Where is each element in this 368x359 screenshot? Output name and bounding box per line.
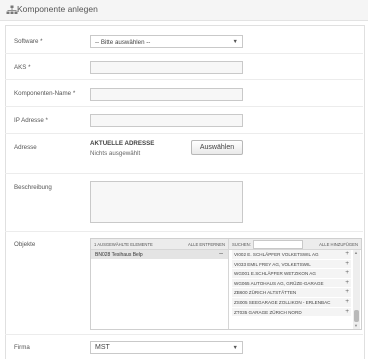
scrollbar[interactable]: ▲ ▼: [353, 250, 360, 329]
list-item-label: ZS005 SEEGARAGE ZOLLIKON - ERLENBAC: [234, 300, 331, 305]
divider: [5, 231, 363, 232]
komponenten-name-label: Komponenten-Name *: [14, 90, 76, 97]
list-item[interactable]: ZS005 SEEGARAGE ZOLLIKON - ERLENBAC +: [232, 298, 351, 308]
selected-item[interactable]: BN028 Tesihaus Belp –: [91, 250, 228, 259]
divider: [5, 173, 363, 174]
list-item[interactable]: WG065 AUTOHAUS AG, GRÜZE-GARAGE +: [232, 278, 351, 289]
software-select-value: -- Bitte auswählen --: [95, 38, 151, 46]
select-address-button[interactable]: Auswählen: [191, 140, 243, 155]
firma-select[interactable]: MST ▼: [90, 341, 243, 354]
available-list: VI002 E. SCHLÄPFER VOLKETSWIL AG + VI033 …: [229, 250, 353, 329]
remove-all-link[interactable]: ALLE ENTFERNEN: [188, 242, 225, 247]
komponenten-name-input[interactable]: [90, 88, 243, 101]
current-address-value: Nichts ausgewählt: [90, 150, 141, 157]
scroll-down-icon[interactable]: ▼: [354, 323, 358, 328]
available-list-panel: SUCHEN: ALLE HINZUFÜGEN VI002 E. SCHLÄPF…: [229, 239, 361, 329]
available-list-header: SUCHEN: ALLE HINZUFÜGEN: [229, 239, 361, 250]
chevron-down-icon: ▼: [232, 38, 238, 45]
list-item-label: VI033 EMIL FREY AG, VOLKETSWIL: [234, 261, 311, 267]
search-label: SUCHEN:: [232, 242, 251, 247]
objekte-multiselect: 1 AUSGEWÄHLTE ELEMENTE ALLE ENTFERNEN BN…: [90, 238, 362, 330]
adresse-label: Adresse: [14, 144, 37, 151]
list-item[interactable]: ZT035 GARAGE ZÜRICH NORD +: [232, 307, 351, 318]
beschreibung-textarea[interactable]: [90, 181, 243, 223]
objekte-label: Objekte: [14, 241, 36, 248]
list-item-label: WG065 AUTOHAUS AG, GRÜZE-GARAGE: [234, 280, 324, 286]
chevron-down-icon: ▼: [232, 344, 238, 351]
list-item-label: ZB600 ZÜRICH ALTSTÄTTEN: [234, 290, 297, 296]
divider: [5, 106, 363, 107]
aks-input[interactable]: [90, 61, 243, 74]
list-item[interactable]: VI002 E. SCHLÄPFER VOLKETSWIL AG +: [232, 250, 351, 260]
divider: [5, 334, 363, 335]
minus-icon[interactable]: –: [219, 250, 223, 258]
software-select[interactable]: -- Bitte auswählen -- ▼: [90, 35, 243, 48]
plus-icon[interactable]: +: [345, 250, 349, 258]
list-item[interactable]: WG001 E.SCHLÄPFER WETZIKON AG +: [232, 269, 351, 279]
selected-count-label: 1 AUSGEWÄHLTE ELEMENTE: [94, 242, 153, 247]
beschreibung-label: Beschreibung: [14, 184, 52, 191]
ip-adresse-label: IP Adresse *: [14, 117, 48, 124]
current-address-title: AKTUELLE ADRESSE: [90, 140, 155, 147]
selected-list-panel: 1 AUSGEWÄHLTE ELEMENTE ALLE ENTFERNEN BN…: [91, 239, 229, 329]
software-label: Software *: [14, 38, 43, 45]
firma-select-value: MST: [95, 344, 110, 351]
list-item-label: ZT035 GARAGE ZÜRICH NORD: [234, 309, 302, 315]
list-item-label: VI002 E. SCHLÄPFER VOLKETSWIL AG: [234, 252, 319, 257]
scrollbar-thumb[interactable]: [354, 310, 359, 322]
plus-icon[interactable]: +: [345, 308, 349, 316]
ip-adresse-input[interactable]: [90, 114, 243, 127]
add-all-link[interactable]: ALLE HINZUFÜGEN: [319, 242, 358, 247]
plus-icon[interactable]: +: [345, 260, 349, 268]
list-item-label: WG001 E.SCHLÄPFER WETZIKON AG: [234, 271, 316, 277]
plus-icon[interactable]: +: [345, 269, 349, 277]
divider: [5, 79, 363, 80]
aks-label: AKS *: [14, 64, 31, 71]
selected-item-label: BN028 Tesihaus Belp: [95, 251, 143, 258]
page-title: Komponente anlegen: [17, 4, 98, 14]
search-input[interactable]: [253, 240, 303, 249]
divider: [5, 133, 363, 134]
page-header: Komponente anlegen: [0, 0, 368, 21]
scroll-up-icon[interactable]: ▲: [354, 250, 358, 255]
plus-icon[interactable]: +: [345, 279, 349, 287]
selected-list-header: 1 AUSGEWÄHLTE ELEMENTE ALLE ENTFERNEN: [91, 239, 228, 250]
plus-icon[interactable]: +: [345, 288, 349, 296]
list-item[interactable]: ZB600 ZÜRICH ALTSTÄTTEN +: [232, 288, 351, 298]
firma-label: Firma: [14, 344, 30, 351]
list-item[interactable]: VI033 EMIL FREY AG, VOLKETSWIL +: [232, 259, 351, 270]
divider: [5, 53, 363, 54]
plus-icon[interactable]: +: [345, 298, 349, 306]
